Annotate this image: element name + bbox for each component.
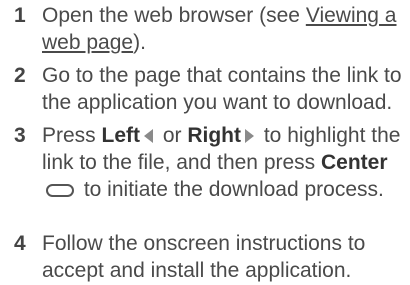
right-arrow-icon	[245, 129, 255, 144]
step-text: Follow the onscreen instructions to acce…	[42, 232, 366, 282]
step-text: Open the web browser (see Viewing a web …	[42, 4, 397, 54]
step-text: Go to the page that contains the link to…	[42, 64, 402, 114]
step-number: 2	[14, 64, 26, 87]
center-key-label: Center	[321, 151, 388, 174]
step-4: 4 Follow the onscreen instructions to ac…	[14, 230, 406, 284]
step-text: Press Left or Right to highlight the lin…	[42, 124, 401, 201]
step-number: 1	[14, 4, 26, 27]
center-button-icon	[46, 183, 74, 197]
step-3: 3 Press Left or Right to highlight the l…	[14, 122, 406, 203]
step-number: 4	[14, 232, 26, 255]
step-2: 2 Go to the page that contains the link …	[14, 62, 406, 116]
right-key-label: Right	[187, 124, 242, 147]
step-number: 3	[14, 124, 26, 147]
step-1: 1 Open the web browser (see Viewing a we…	[14, 2, 406, 56]
left-key-label: Left	[101, 124, 141, 147]
left-arrow-icon	[144, 129, 154, 144]
